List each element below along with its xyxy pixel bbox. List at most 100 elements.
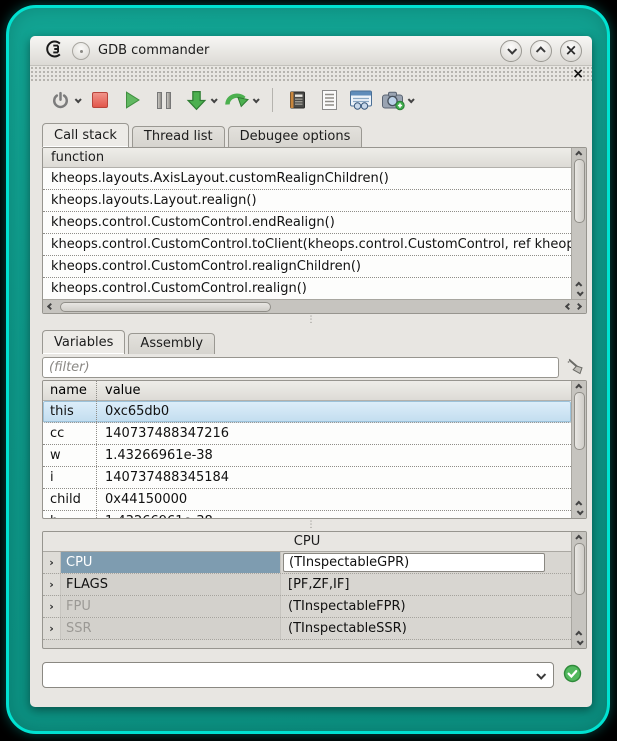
power-dropdown[interactable] [72, 98, 83, 103]
chevron-down-icon [507, 45, 517, 55]
window-menu-button[interactable] [72, 42, 90, 60]
expand-chevron-icon[interactable]: › [43, 596, 61, 617]
variable-value: 140737488347216 [97, 423, 571, 444]
call-stack-horizontal-scrollbar[interactable] [43, 299, 586, 313]
snapshot-dropdown[interactable] [405, 98, 416, 103]
scroll-up-icon[interactable] [575, 631, 582, 638]
clear-filter-button[interactable] [565, 356, 587, 378]
scroll-down-icon[interactable] [576, 508, 583, 515]
tab[interactable]: Variables [42, 330, 125, 354]
gdb-command-input[interactable] [52, 668, 537, 683]
variable-name: cc [43, 423, 97, 444]
register-group-row[interactable]: › SSR (TInspectableSSR) [43, 618, 571, 640]
pause-button[interactable] [152, 86, 176, 114]
scroll-up-icon[interactable] [575, 151, 582, 158]
ok-check-icon [563, 664, 582, 683]
filter-input[interactable] [42, 357, 559, 378]
chevron-down-icon [75, 96, 82, 103]
run-button[interactable] [120, 86, 144, 114]
stop-button[interactable] [88, 86, 112, 114]
scrollbar-thumb[interactable] [574, 392, 585, 450]
power-button[interactable] [48, 86, 72, 114]
variable-row[interactable]: child 0x44150000 [43, 489, 571, 511]
expand-chevron-icon[interactable]: › [43, 552, 61, 573]
scroll-up-icon[interactable] [575, 282, 582, 289]
step-into-dropdown[interactable] [208, 98, 219, 103]
variable-row[interactable]: cc 140737488347216 [43, 423, 571, 445]
scrollbar-thumb[interactable] [574, 159, 585, 223]
titlebar[interactable]: GDB commander × [30, 36, 592, 66]
camera-add-icon [381, 90, 405, 111]
register-group-row[interactable]: › FPU (TInspectableFPR) [43, 596, 571, 618]
splitter-handle[interactable]: ⋮ [30, 519, 592, 531]
chevron-down-icon[interactable] [536, 669, 546, 679]
step-into-button[interactable] [184, 86, 208, 114]
cpu-vertical-scrollbar[interactable] [571, 532, 586, 648]
register-group-row[interactable]: › FLAGS [PF,ZF,IF] [43, 574, 571, 596]
variables-panel: name value this 0xc65db0 cc 140737488347… [42, 380, 587, 519]
expand-chevron-icon[interactable]: › [43, 618, 61, 639]
debug-toolbar [30, 81, 592, 119]
register-group-name: FPU [61, 596, 281, 617]
debugee-output-button[interactable] [349, 86, 373, 114]
call-stack-row[interactable]: kheops.control.CustomControl.endRealign(… [43, 212, 571, 234]
snapshot-button[interactable] [381, 86, 405, 114]
scroll-left-icon[interactable] [565, 303, 572, 310]
scrollbar-thumb[interactable] [574, 543, 585, 595]
minimize-button[interactable] [500, 40, 522, 62]
gdb-command-combobox[interactable] [42, 662, 554, 688]
expressions-button[interactable] [317, 86, 341, 114]
register-group-row[interactable]: › CPU (TInspectableGPR) [43, 552, 571, 574]
scroll-up-icon[interactable] [575, 384, 582, 391]
maximize-button[interactable] [530, 40, 552, 62]
function-column-header[interactable]: function [43, 148, 571, 168]
step-into-icon [185, 89, 208, 112]
scroll-left-icon[interactable] [47, 303, 54, 310]
call-stack-row[interactable]: kheops.control.CustomControl.realignChil… [43, 256, 571, 278]
variables-vertical-scrollbar[interactable] [571, 381, 586, 518]
scrollbar-thumb[interactable] [60, 302, 271, 312]
register-group-value[interactable]: (TInspectableSSR) [281, 618, 571, 639]
call-stack-vertical-scrollbar[interactable] [571, 148, 586, 299]
close-icon: × [565, 43, 578, 58]
variable-row[interactable]: i 140737488345184 [43, 467, 571, 489]
top-tabbar: Call stack Thread list Debugee options [30, 119, 592, 147]
variable-row[interactable]: h 1.43266961e-38 [43, 511, 571, 518]
tab[interactable]: Debugee options [228, 126, 363, 147]
send-command-button[interactable] [563, 664, 582, 687]
call-stack-row[interactable]: kheops.control.CustomControl.toClient(kh… [43, 234, 571, 256]
stop-icon [92, 92, 108, 108]
name-column-header[interactable]: name [43, 381, 97, 400]
expand-chevron-icon[interactable]: › [43, 574, 61, 595]
step-over-button[interactable] [224, 86, 250, 114]
dock-close-icon[interactable]: × [572, 67, 584, 81]
splitter-handle[interactable]: ⋮ [30, 314, 592, 326]
tab[interactable]: Call stack [42, 123, 129, 147]
chevron-up-icon [535, 46, 545, 56]
variable-row[interactable]: w 1.43266961e-38 [43, 445, 571, 467]
toolbar-separator [272, 88, 273, 112]
scroll-up-icon[interactable] [575, 501, 582, 508]
cpu-chip-icon [286, 89, 308, 111]
scroll-down-icon[interactable] [576, 638, 583, 645]
close-button[interactable]: × [560, 40, 582, 62]
call-stack-row[interactable]: kheops.control.CustomControl.realign() [43, 278, 571, 299]
register-group-value[interactable]: (TInspectableGPR) [281, 552, 571, 573]
call-stack-row[interactable]: kheops.layouts.Layout.realign() [43, 190, 571, 212]
tab[interactable]: Thread list [132, 126, 225, 147]
variable-value: 1.43266961e-38 [97, 445, 571, 466]
register-group-value[interactable]: (TInspectableFPR) [281, 596, 571, 617]
cpu-inspector-button[interactable] [285, 86, 309, 114]
call-stack-row[interactable]: kheops.layouts.AxisLayout.customRealignC… [43, 168, 571, 190]
dock-titlebar[interactable]: × [30, 66, 592, 81]
mid-tabbar: Variables Assembly [30, 326, 592, 354]
tab[interactable]: Assembly [128, 333, 215, 354]
value-column-header[interactable]: value [97, 381, 141, 400]
scroll-right-icon[interactable] [575, 303, 582, 310]
variable-row[interactable]: this 0xc65db0 [43, 401, 571, 423]
scroll-up-icon[interactable] [575, 535, 582, 542]
scroll-down-icon[interactable] [576, 289, 583, 296]
variable-name: w [43, 445, 97, 466]
step-over-dropdown[interactable] [250, 98, 261, 103]
register-group-value[interactable]: [PF,ZF,IF] [281, 574, 571, 595]
